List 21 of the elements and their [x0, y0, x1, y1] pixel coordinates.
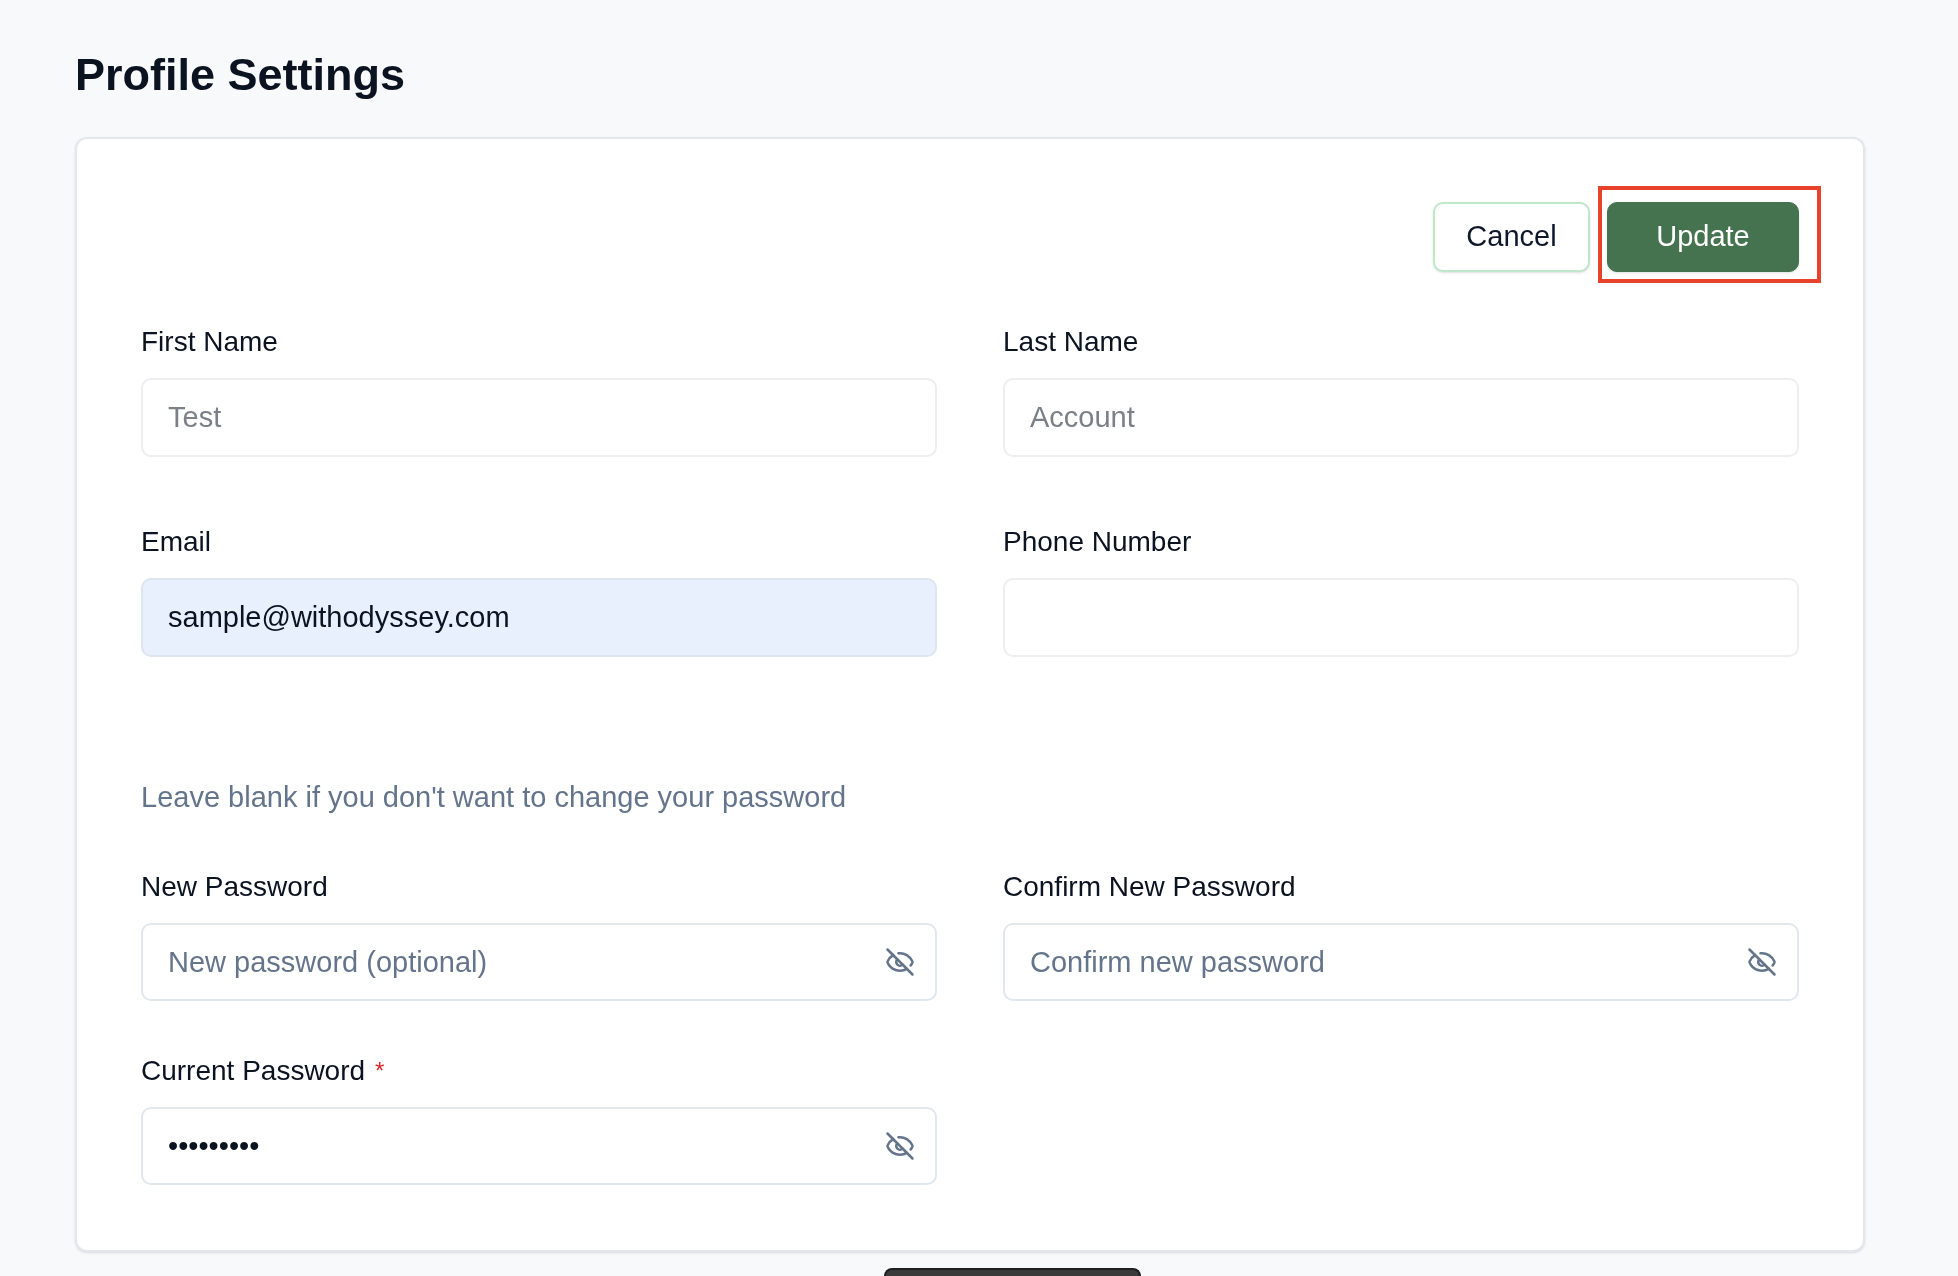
update-button[interactable]: Update	[1607, 202, 1799, 272]
password-field[interactable]: •••••••••	[141, 1107, 937, 1185]
field-label: Confirm New Password	[1003, 871, 1296, 903]
field-label: Current Password	[141, 1055, 366, 1087]
page-title: Profile Settings	[75, 48, 406, 102]
eye-off-icon[interactable]	[885, 947, 915, 977]
eye-off-icon[interactable]	[1747, 947, 1777, 977]
field-label: Phone Number	[1003, 526, 1192, 558]
field-label: First Name	[141, 326, 278, 358]
password-field[interactable]: New password (optional)	[141, 923, 937, 1001]
cancel-button[interactable]: Cancel	[1433, 202, 1590, 272]
password-hint: Leave blank if you don't want to change your password	[141, 781, 847, 813]
input-field[interactable]: Test	[141, 378, 937, 457]
input-field[interactable]: sample@withodyssey.com	[141, 578, 937, 657]
field-label: New Password	[141, 871, 328, 903]
required-mark: *	[375, 1056, 385, 1086]
input-field[interactable]: Account	[1003, 378, 1799, 457]
field-label: Last Name	[1003, 326, 1139, 358]
field-label: Email	[141, 526, 211, 558]
password-field[interactable]: Confirm new password	[1003, 923, 1799, 1001]
eye-off-icon[interactable]	[885, 1131, 915, 1161]
